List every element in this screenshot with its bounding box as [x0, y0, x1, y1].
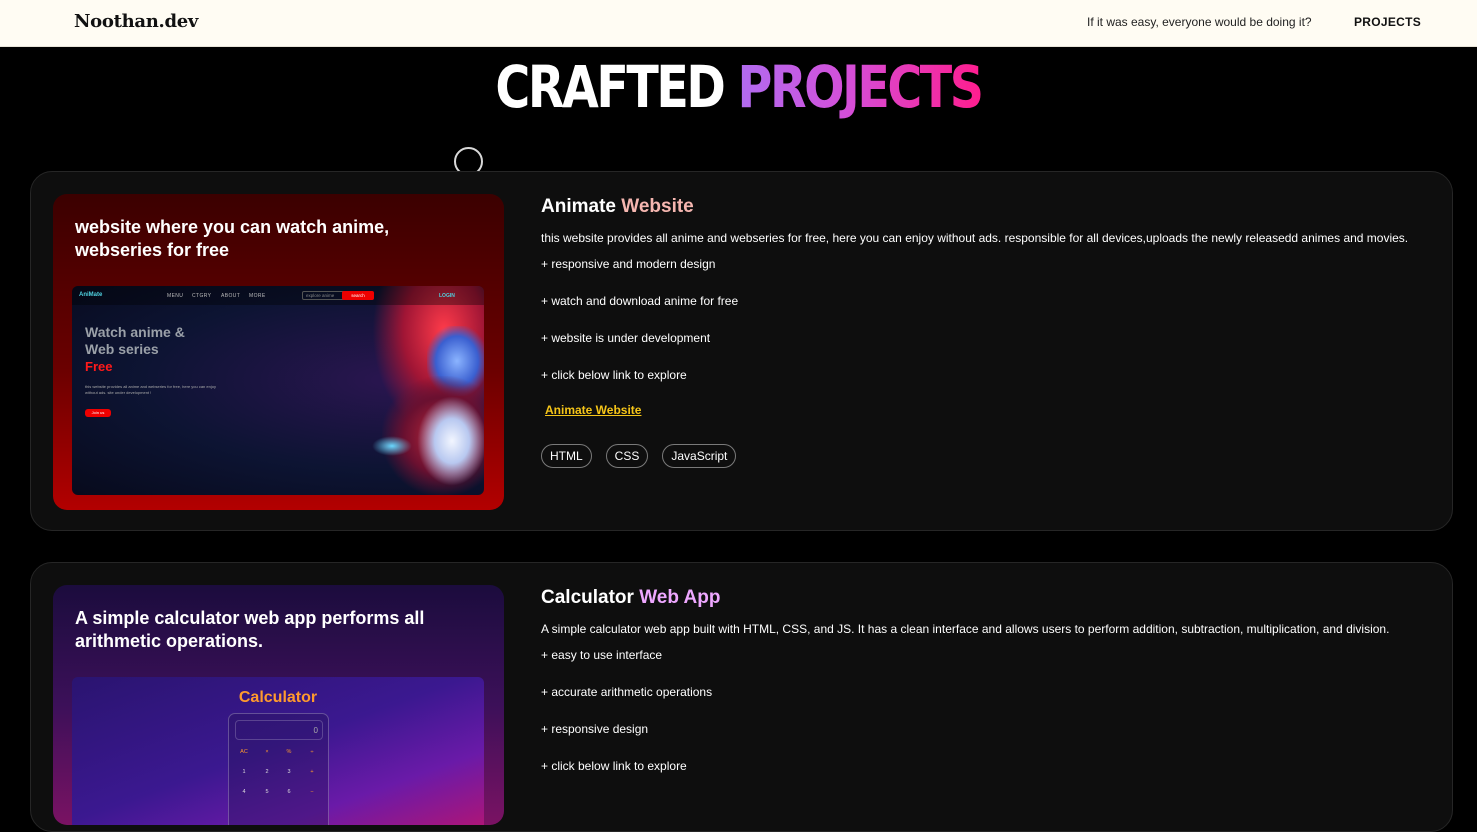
project-description: this website provides all anime and webs…: [541, 231, 1409, 245]
project-description: A simple calculator web app built with H…: [541, 622, 1390, 636]
calculator-key: 4: [242, 789, 246, 795]
tech-tag-css: CSS: [605, 444, 649, 468]
screenshot-menu-item: MENU: [167, 293, 184, 299]
project-feature: + watch and download anime for free: [541, 294, 739, 308]
screenshot-menu-item: MORE: [249, 293, 266, 299]
calculator-key: 6: [287, 789, 291, 795]
screenshot-heading-line-2: Web series: [85, 341, 159, 357]
calculator-display: 0: [235, 720, 323, 740]
thumbnail-title: website where you can watch anime, webse…: [75, 217, 390, 260]
screenshot-search-button: search: [342, 291, 374, 300]
project-title-accent: Web App: [639, 587, 721, 608]
project-feature: + click below link to explore: [541, 759, 687, 773]
screenshot-join-button: Join us: [85, 409, 111, 417]
thumbnail-title: A simple calculator web app performs all…: [75, 608, 425, 651]
screenshot-menu-item: CTGRY: [192, 293, 212, 299]
project-info: Calculator Web App A simple calculator w…: [541, 585, 1441, 785]
calculator-screenshot: Calculator 0 AC × % ÷ 1 2 3 + 4 5 6 −: [72, 677, 484, 825]
calculator-key: 3: [287, 769, 291, 775]
site-logo[interactable]: Noothan.dev: [74, 11, 198, 32]
project-feature: + responsive and modern design: [541, 257, 716, 271]
screenshot-description: this website provides all anime and webs…: [85, 384, 216, 395]
project-title: Animate Website: [541, 194, 1441, 220]
calculator-screenshot-title: Calculator: [238, 689, 318, 706]
project-title-accent: Website: [621, 196, 694, 217]
anime-art-glow: [372, 436, 412, 456]
screenshot-heading-line-1: Watch anime &: [85, 324, 185, 340]
project-thumbnail: A simple calculator web app performs all…: [53, 585, 504, 825]
tech-tag-javascript: JavaScript: [662, 444, 737, 468]
project-title-main: Calculator: [541, 587, 634, 608]
project-feature: + accurate arithmetic operations: [541, 685, 713, 699]
animate-website-screenshot: AniMate MENU CTGRY ABOUT MORE explore an…: [72, 286, 484, 495]
header-tagline: If it was easy, everyone would be doing …: [1087, 15, 1312, 29]
calculator-key: +: [310, 769, 314, 775]
screenshot-free-label: Free: [85, 359, 113, 374]
calculator-key: %: [286, 749, 292, 755]
project-card-calculator: A simple calculator web app performs all…: [30, 562, 1453, 832]
calculator-key: −: [310, 789, 314, 795]
project-feature: + responsive design: [541, 722, 649, 736]
calculator-key: ÷: [310, 749, 314, 755]
calculator-body: 0 AC × % ÷ 1 2 3 + 4 5 6 −: [228, 713, 329, 825]
anime-art-hands: [417, 396, 484, 486]
project-feature: + click below link to explore: [541, 368, 687, 382]
page-title-word-2: PROJECTS: [737, 53, 984, 121]
project-link-animate-website[interactable]: Animate Website: [545, 403, 641, 417]
top-navbar: Noothan.dev If it was easy, everyone wou…: [0, 0, 1477, 47]
project-feature: + website is under development: [541, 331, 711, 345]
project-thumbnail: website where you can watch anime, webse…: [53, 194, 504, 510]
screenshot-heading: Watch anime & Web series: [85, 324, 185, 358]
screenshot-logo: AniMate: [79, 292, 103, 298]
screenshot-login: LOGIN: [439, 293, 455, 299]
project-card-animate: website where you can watch anime, webse…: [30, 171, 1453, 531]
calculator-key: 1: [242, 769, 246, 775]
nav-link-projects[interactable]: PROJECTS: [1354, 15, 1421, 29]
tech-tag-html: HTML: [541, 444, 592, 468]
calculator-key: 5: [265, 789, 269, 795]
project-title-main: Animate: [541, 196, 616, 217]
calculator-key: ×: [265, 749, 269, 755]
page-title-word-1: CRAFTED: [495, 53, 725, 121]
project-title: Calculator Web App: [541, 585, 1441, 611]
screenshot-menu-item: ABOUT: [221, 293, 241, 299]
page-title: CRAFTED PROJECTS: [133, 52, 1344, 122]
project-feature: + easy to use interface: [541, 648, 663, 662]
screenshot-navbar: [72, 286, 484, 305]
project-info: Animate Website this website provides al…: [541, 194, 1441, 468]
calculator-key: 2: [265, 769, 269, 775]
tech-tags: HTML CSS JavaScript: [541, 444, 1441, 468]
calculator-key: AC: [240, 749, 248, 755]
